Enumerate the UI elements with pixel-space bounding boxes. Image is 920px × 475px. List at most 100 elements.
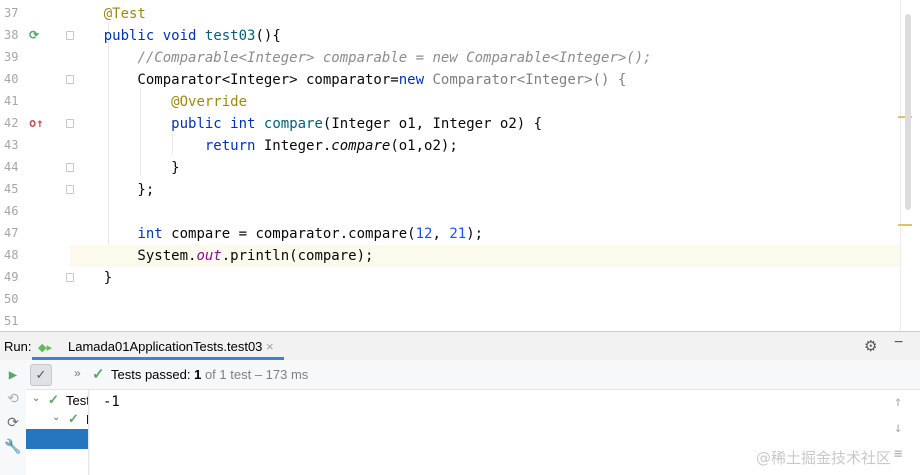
- gutter-line[interactable]: 40: [0, 69, 74, 91]
- editor-scrollbar[interactable]: [905, 14, 911, 210]
- code-line[interactable]: int compare = comparator.compare(12, 21)…: [70, 223, 900, 245]
- tab-run-configuration[interactable]: ◆▸ Lamada01ApplicationTests.test03 ×: [32, 332, 284, 360]
- code-line[interactable]: }: [70, 267, 900, 289]
- test-tree[interactable]: ⌄ ✓ Test ⌄ ✓ L: [26, 390, 89, 475]
- arrow-up-icon[interactable]: ↑: [894, 394, 902, 410]
- status-prefix: Tests passed:: [111, 367, 195, 382]
- gutter-line[interactable]: 49: [0, 267, 74, 289]
- code-token: return: [204, 138, 256, 154]
- test-status: Tests passed: 1 of 1 test – 173 ms: [111, 367, 308, 382]
- code-token: }: [70, 270, 113, 286]
- wrench-icon[interactable]: 🔧: [4, 438, 22, 456]
- code-line[interactable]: return Integer.compare(o1,o2);: [70, 135, 900, 157]
- close-icon[interactable]: ×: [266, 339, 274, 354]
- gutter-line[interactable]: 43: [0, 135, 70, 157]
- gutter-line[interactable]: 48: [0, 245, 70, 267]
- code-line[interactable]: [70, 289, 900, 311]
- code-line[interactable]: Comparator<Integer> comparator=new Compa…: [70, 69, 900, 91]
- tab-label: Lamada01ApplicationTests.test03: [68, 339, 263, 354]
- gutter-line[interactable]: 50: [0, 289, 70, 311]
- rerun-icon[interactable]: ▶: [4, 366, 22, 384]
- gutter-line[interactable]: 38 ⟳: [0, 25, 74, 47]
- gutter-line[interactable]: 39: [0, 47, 70, 69]
- code-line[interactable]: [70, 201, 900, 223]
- code-token: compare: [263, 116, 323, 132]
- show-passed-toggle[interactable]: ✓: [30, 364, 52, 386]
- minimize-icon[interactable]: −: [894, 334, 903, 352]
- expand-arrow-icon[interactable]: ⌄: [32, 393, 40, 404]
- line-number: 49: [4, 270, 19, 284]
- console-text: -1: [103, 394, 120, 410]
- warning-marker[interactable]: [898, 224, 912, 226]
- line-number: 40: [4, 72, 19, 86]
- test-results-toolbar: ✓ » ✓ Tests passed: 1 of 1 test – 173 ms: [26, 360, 920, 390]
- line-number: 37: [4, 6, 19, 20]
- code-token: int: [137, 226, 163, 242]
- code-line[interactable]: @Test: [70, 3, 900, 25]
- run-label: Run:: [4, 339, 32, 354]
- toggle-auto-test-icon[interactable]: ⟳: [4, 414, 22, 432]
- gutter-line[interactable]: 44: [0, 157, 74, 179]
- gutter-line[interactable]: 41: [0, 91, 70, 113]
- line-number: 50: [4, 292, 19, 306]
- code-line[interactable]: };: [70, 179, 900, 201]
- code-token: Integer.: [255, 138, 332, 154]
- editor-gutter[interactable]: 37 38 ⟳ 39 40 41 42 o↑ 43 44 45 46 47 48 49 50 51: [0, 0, 74, 331]
- code-line[interactable]: public int compare(Integer o1, Integer o…: [70, 113, 900, 135]
- line-number: 47: [4, 226, 19, 240]
- test-tree-node[interactable]: ⌄ ✓ L: [26, 410, 88, 430]
- code-editor[interactable]: 37 38 ⟳ 39 40 41 42 o↑ 43 44 45 46 47 48 49 50 51 @Test …: [0, 0, 920, 331]
- line-number: 38: [4, 28, 19, 42]
- expand-more-icon[interactable]: »: [74, 366, 81, 380]
- code-line[interactable]: public void test03(){: [70, 25, 900, 47]
- code-token: void: [162, 28, 197, 44]
- gutter-line[interactable]: 51: [0, 311, 70, 331]
- code-line[interactable]: //Comparable<Integer> comparable = new C…: [70, 47, 900, 69]
- run-test-icon[interactable]: ⟳: [29, 28, 45, 44]
- line-number: 48: [4, 248, 19, 262]
- line-number: 43: [4, 138, 19, 152]
- gutter-line[interactable]: 45: [0, 179, 74, 201]
- code-token: compare = comparator.compare(: [162, 226, 416, 242]
- code-token: public: [103, 28, 155, 44]
- code-token: 12: [415, 226, 433, 242]
- gutter-line[interactable]: 46: [0, 201, 70, 223]
- rerun-failed-icon[interactable]: ⟲: [4, 390, 22, 408]
- code-token: public: [171, 116, 222, 132]
- test-tree-node[interactable]: [26, 429, 88, 449]
- code-line[interactable]: [70, 311, 900, 331]
- code-token: //Comparable<Integer> comparable = new C…: [137, 50, 652, 66]
- check-icon: ✓: [68, 411, 79, 426]
- test-node-label: L: [86, 412, 88, 427]
- gutter-line[interactable]: 37: [0, 3, 70, 25]
- code-area[interactable]: @Test public void test03(){ //Comparable…: [70, 0, 900, 331]
- code-line[interactable]: System.out.println(compare);: [70, 245, 900, 267]
- run-header: Run: ◆▸ Lamada01ApplicationTests.test03 …: [0, 332, 920, 360]
- code-token: (){: [255, 28, 281, 44]
- gutter-line[interactable]: 47: [0, 223, 70, 245]
- line-number: 44: [4, 160, 19, 174]
- code-line[interactable]: }: [70, 157, 900, 179]
- arrow-down-icon[interactable]: ↓: [894, 420, 902, 436]
- watermark: @稀土掘金技术社区: [756, 449, 892, 467]
- override-method-icon[interactable]: o↑: [29, 116, 45, 132]
- line-number: 39: [4, 50, 19, 64]
- test-tree-node[interactable]: ⌄ ✓ Test: [26, 391, 88, 411]
- line-number: 41: [4, 94, 19, 108]
- code-token: (o1,o2);: [390, 138, 458, 154]
- gutter-line[interactable]: 42 o↑: [0, 113, 74, 135]
- code-token: System.: [70, 248, 197, 264]
- code-token: out: [196, 248, 222, 264]
- soft-wrap-icon[interactable]: ≡: [894, 446, 902, 462]
- code-line[interactable]: @Override: [70, 91, 900, 113]
- code-token: @Test: [103, 6, 146, 22]
- code-token: test03: [204, 28, 256, 44]
- gear-icon[interactable]: ⚙: [864, 337, 877, 355]
- code-token: };: [70, 182, 155, 198]
- expand-arrow-icon[interactable]: ⌄: [52, 412, 60, 423]
